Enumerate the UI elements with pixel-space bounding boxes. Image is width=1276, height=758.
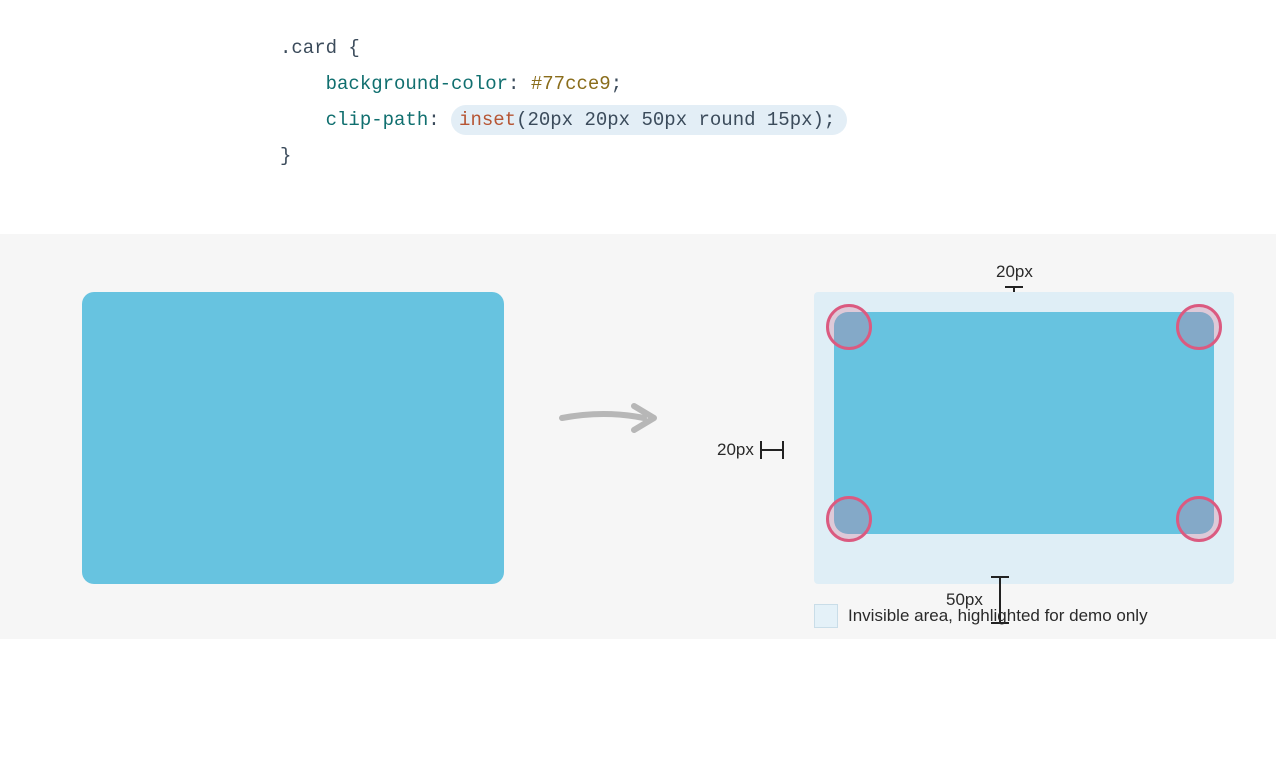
card-before (82, 292, 504, 584)
css-value-hex: #77cce9 (531, 73, 611, 95)
css-property-clippath: clip-path (326, 109, 429, 131)
arrow-icon (544, 398, 674, 438)
measurement-top-label: 20px (996, 262, 1033, 282)
corner-indicator-icon (826, 496, 872, 542)
css-property-bg: background-color (326, 73, 508, 95)
legend-text: Invisible area, highlighted for demo onl… (848, 606, 1148, 626)
measurement-left: 20px (717, 440, 784, 460)
corner-indicator-icon (1176, 496, 1222, 542)
code-block: .card { background-color: #77cce9; clip-… (0, 0, 1276, 234)
card-after-inner (834, 312, 1214, 534)
card-after-outer (814, 292, 1234, 584)
card-after-wrapper: 20px 20px 50px Invisible area, highlight… (714, 292, 1234, 584)
measurement-left-label: 20px (717, 440, 754, 460)
highlighted-value: inset(20px 20px 50px round 15px); (451, 105, 847, 135)
demo-panel: 20px 20px 50px Invisible area, highlight… (0, 234, 1276, 639)
corner-indicator-icon (1176, 304, 1222, 350)
dimension-line-icon (760, 441, 784, 459)
legend-swatch (814, 604, 838, 628)
css-snippet: .card { background-color: #77cce9; clip-… (280, 30, 1276, 174)
legend: Invisible area, highlighted for demo onl… (814, 604, 1148, 628)
css-selector: .card (280, 37, 337, 59)
